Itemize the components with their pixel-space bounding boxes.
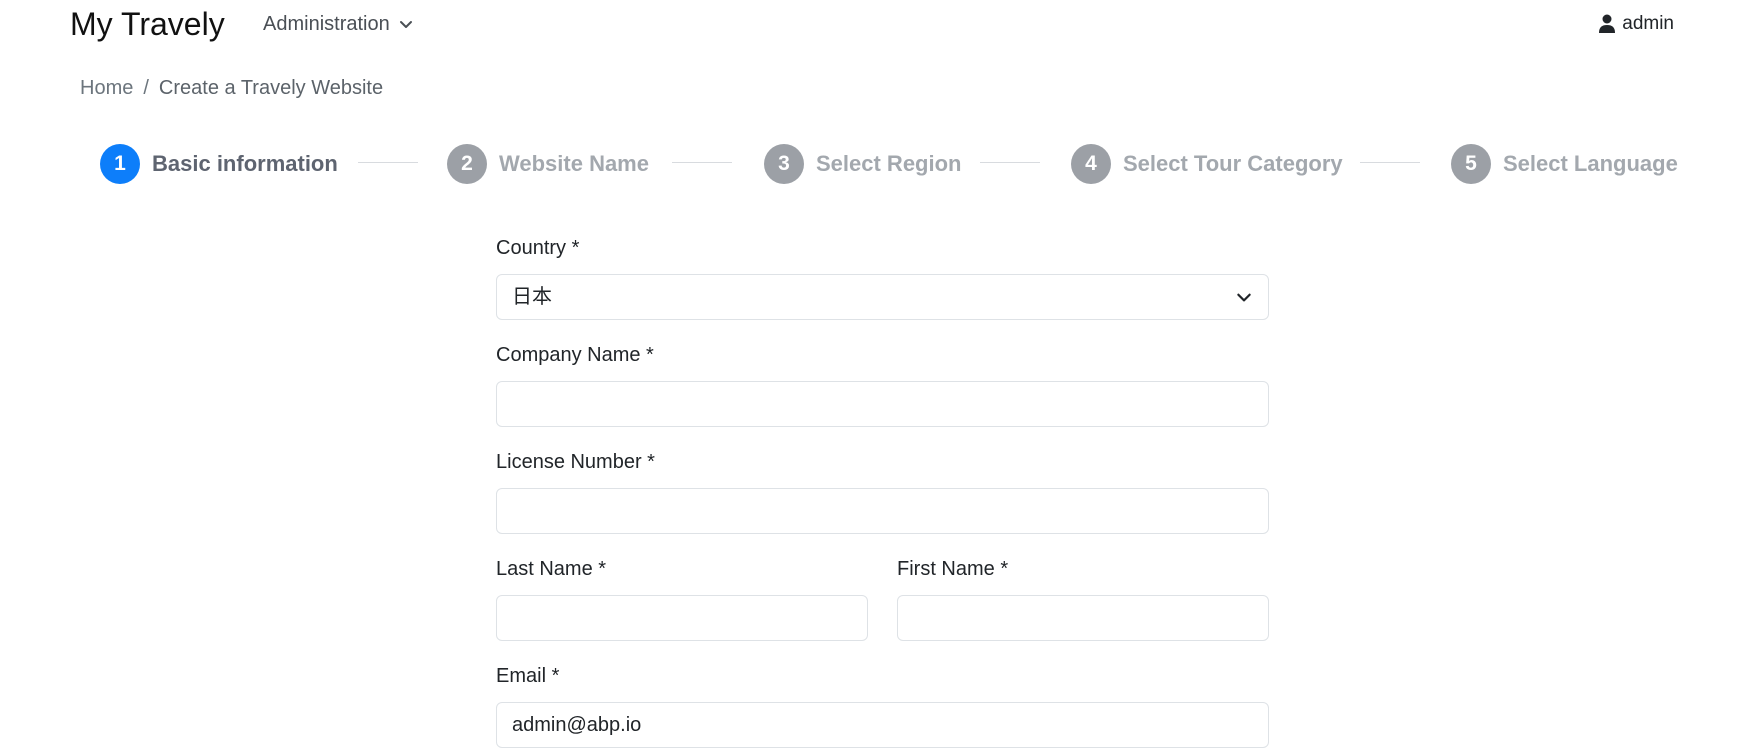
step-label: Select Region [816,151,962,176]
license-number-input[interactable] [496,488,1269,534]
wizard-stepper: 1 Basic information 2 Website Name 3 Sel… [0,143,1746,185]
first-name-input[interactable] [897,595,1269,641]
step-select-language[interactable]: 5 Select Language [1451,143,1678,185]
step-label: Basic information [152,151,338,176]
last-name-label: Last Name * [496,558,607,580]
step-label: Website Name [499,151,649,176]
step-select-region[interactable]: 3 Select Region [764,143,961,185]
step-select-tour-category[interactable]: 4 Select Tour Category [1071,143,1343,185]
step-number: 1 [100,144,140,184]
navbar: My Travely Administration admin [0,0,1746,50]
step-number: 4 [1071,144,1111,184]
country-label: Country * [496,237,580,259]
chevron-down-icon [399,21,412,28]
company-name-label: Company Name * [496,344,654,366]
breadcrumb-separator: / [143,77,149,99]
administration-menu[interactable]: Administration [263,10,414,38]
brand-logo[interactable]: My Travely [70,4,225,44]
step-basic-information[interactable]: 1 Basic information [100,143,338,185]
step-number: 3 [764,144,804,184]
user-name: admin [1622,13,1674,34]
first-name-label: First Name * [897,558,1009,580]
breadcrumb: Home / Create a Travely Website [80,74,383,102]
country-select[interactable]: 日本 [496,274,1269,320]
last-name-input[interactable] [496,595,868,641]
email-label: Email * [496,665,560,687]
email-input[interactable] [496,702,1269,748]
step-website-name[interactable]: 2 Website Name [447,143,649,185]
chevron-down-icon [1237,293,1251,302]
step-label: Select Language [1503,151,1678,176]
user-icon [1599,14,1616,33]
administration-menu-label: Administration [263,13,390,35]
step-label: Select Tour Category [1123,151,1343,176]
step-number: 5 [1451,144,1491,184]
user-menu[interactable]: admin [1598,10,1674,38]
step-number: 2 [447,144,487,184]
breadcrumb-current: Create a Travely Website [158,77,384,99]
company-name-input[interactable] [496,381,1269,427]
license-number-label: License Number * [496,451,655,473]
country-selected-value: 日本 [512,286,552,308]
breadcrumb-home[interactable]: Home [80,74,133,102]
